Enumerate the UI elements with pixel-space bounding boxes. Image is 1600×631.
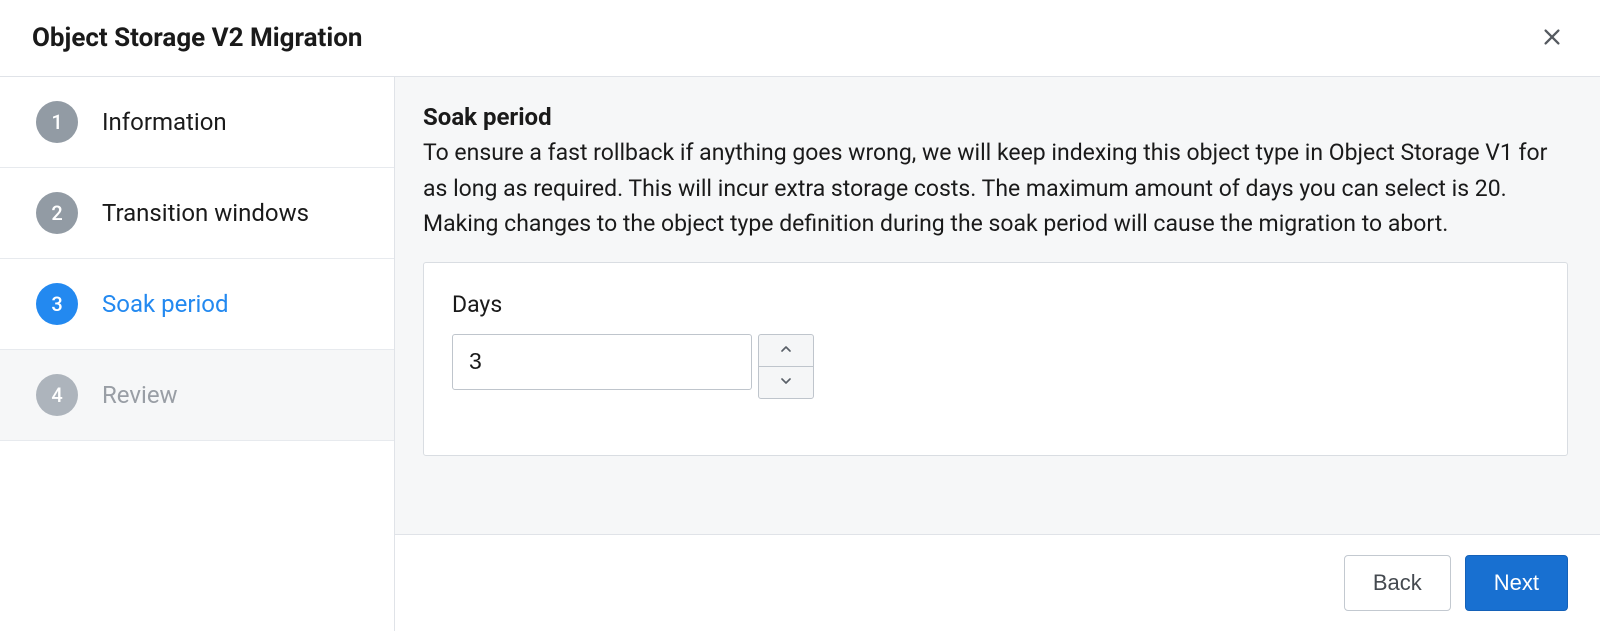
step-soak-period[interactable]: 3 Soak period — [0, 259, 394, 350]
step-number: 2 — [36, 192, 78, 234]
step-label: Information — [102, 108, 227, 136]
dialog-title: Object Storage V2 Migration — [32, 23, 362, 53]
step-review[interactable]: 4 Review — [0, 350, 394, 441]
section-description: To ensure a fast rollback if anything go… — [423, 135, 1568, 242]
step-transition-windows[interactable]: 2 Transition windows — [0, 168, 394, 259]
dialog-footer: Back Next — [395, 534, 1600, 631]
step-information[interactable]: 1 Information — [0, 77, 394, 168]
main-panel: Soak period To ensure a fast rollback if… — [395, 77, 1600, 631]
step-number: 4 — [36, 374, 78, 416]
wizard-sidebar: 1 Information 2 Transition windows 3 Soa… — [0, 77, 395, 631]
section-title: Soak period — [423, 103, 1568, 131]
days-card: Days — [423, 262, 1568, 456]
days-decrement-button[interactable] — [758, 366, 814, 399]
step-number: 1 — [36, 101, 78, 143]
step-number: 3 — [36, 283, 78, 325]
days-input[interactable] — [452, 334, 752, 390]
step-label: Soak period — [102, 290, 229, 318]
step-label: Review — [102, 381, 178, 409]
close-button[interactable] — [1536, 22, 1568, 54]
main-content: Soak period To ensure a fast rollback if… — [395, 77, 1600, 534]
migration-dialog: Object Storage V2 Migration 1 Informatio… — [0, 0, 1600, 631]
days-stepper — [452, 334, 1539, 399]
chevron-down-icon — [778, 373, 794, 392]
chevron-up-icon — [778, 341, 794, 360]
days-label: Days — [452, 291, 1539, 318]
dialog-header: Object Storage V2 Migration — [0, 0, 1600, 77]
back-button[interactable]: Back — [1344, 555, 1451, 611]
step-label: Transition windows — [102, 199, 309, 227]
next-button[interactable]: Next — [1465, 555, 1568, 611]
dialog-body: 1 Information 2 Transition windows 3 Soa… — [0, 77, 1600, 631]
days-increment-button[interactable] — [758, 334, 814, 367]
close-icon — [1541, 26, 1563, 51]
stepper-buttons — [758, 334, 814, 399]
